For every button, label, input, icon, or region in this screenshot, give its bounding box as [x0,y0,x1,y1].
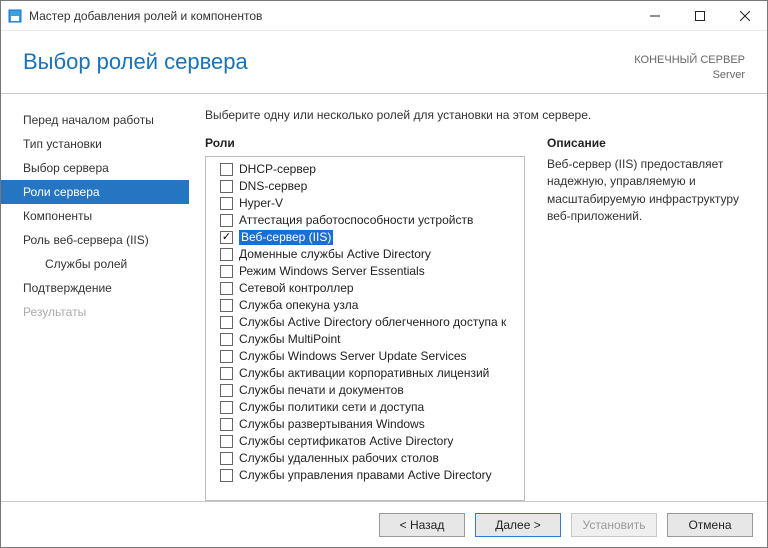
role-label: Служба опекуна узла [239,298,358,313]
columns: Роли DHCP-сервер DNS-сервер Hyper-V Аттеста… [205,136,749,501]
role-label: Службы удаленных рабочих столов [239,451,439,466]
nav-item[interactable]: Выбор сервера [1,156,189,180]
description-column: Описание Веб-сервер (IIS) предоставляет … [547,136,749,501]
role-item[interactable]: Доменные службы Active Directory [206,246,524,263]
role-item[interactable]: Службы активации корпоративных лицензий [206,365,524,382]
role-checkbox[interactable] [220,316,233,329]
nav-item[interactable]: Перед началом работы [1,108,189,132]
role-checkbox[interactable] [220,418,233,431]
role-checkbox[interactable] [220,231,233,244]
page-title: Выбор ролей сервера [23,49,634,75]
role-label: DNS-сервер [239,179,307,194]
destination-label: КОНЕЧНЫЙ СЕРВЕР [634,53,745,68]
nav-item[interactable]: Роли сервера [1,180,189,204]
nav-item[interactable]: Роль веб-сервера (IIS) [1,228,189,252]
cancel-button[interactable]: Отмена [667,513,753,537]
nav-item[interactable]: Тип установки [1,132,189,156]
minimize-button[interactable] [632,1,677,31]
nav-item[interactable]: Службы ролей [1,252,189,276]
role-checkbox[interactable] [220,214,233,227]
role-label: Службы политики сети и доступа [239,400,424,415]
role-item[interactable]: Режим Windows Server Essentials [206,263,524,280]
next-button[interactable]: Далее > [475,513,561,537]
role-item[interactable]: Службы развертывания Windows [206,416,524,433]
wizard-footer: < Назад Далее > Установить Отмена [1,501,767,547]
role-checkbox[interactable] [220,248,233,261]
maximize-button[interactable] [677,1,722,31]
role-checkbox[interactable] [220,435,233,448]
close-button[interactable] [722,1,767,31]
role-checkbox[interactable] [220,299,233,312]
role-label: Режим Windows Server Essentials [239,264,425,279]
nav-item[interactable]: Компоненты [1,204,189,228]
titlebar: Мастер добавления ролей и компонентов [1,1,767,31]
role-label: Доменные службы Active Directory [239,247,431,262]
role-item[interactable]: Службы удаленных рабочих столов [206,450,524,467]
role-item[interactable]: Службы управления правами Active Directo… [206,467,524,484]
role-item[interactable]: DHCP-сервер [206,161,524,178]
role-label: Веб-сервер (IIS) [239,230,333,245]
role-item[interactable]: Службы сертификатов Active Directory [206,433,524,450]
role-label: Службы MultiPoint [239,332,340,347]
main-panel: Выберите одну или несколько ролей для ус… [189,94,767,501]
role-checkbox[interactable] [220,350,233,363]
role-item[interactable]: Аттестация работоспособности устройств [206,212,524,229]
window-controls [632,1,767,31]
role-label: Hyper-V [239,196,283,211]
role-label: Службы активации корпоративных лицензий [239,366,489,381]
role-checkbox[interactable] [220,469,233,482]
role-label: Аттестация работоспособности устройств [239,213,473,228]
wizard-window: Мастер добавления ролей и компонентов Вы… [0,0,768,548]
role-item[interactable]: Службы Windows Server Update Services [206,348,524,365]
role-item[interactable]: Веб-сервер (IIS) [206,229,524,246]
role-checkbox[interactable] [220,452,233,465]
roles-scroll[interactable]: DHCP-сервер DNS-сервер Hyper-V Аттестация р… [206,157,524,500]
role-item[interactable]: Службы MultiPoint [206,331,524,348]
role-item[interactable]: Hyper-V [206,195,524,212]
role-label: Службы Windows Server Update Services [239,349,467,364]
role-label: Службы управления правами Active Directo… [239,468,492,483]
install-button[interactable]: Установить [571,513,657,537]
destination-value: Server [634,68,745,83]
role-item[interactable]: DNS-сервер [206,178,524,195]
roles-heading: Роли [205,136,525,150]
wizard-header: Выбор ролей сервера КОНЕЧНЫЙ СЕРВЕР Serv… [1,31,767,94]
wizard-nav: Перед началом работыТип установкиВыбор с… [1,94,189,501]
role-checkbox[interactable] [220,265,233,278]
instruction-text: Выберите одну или несколько ролей для ус… [205,108,749,122]
role-label: DHCP-сервер [239,162,316,177]
role-item[interactable]: Службы печати и документов [206,382,524,399]
destination-server: КОНЕЧНЫЙ СЕРВЕР Server [634,49,745,83]
role-checkbox[interactable] [220,384,233,397]
roles-column: Роли DHCP-сервер DNS-сервер Hyper-V Аттеста… [205,136,525,501]
app-icon [7,8,23,24]
role-checkbox[interactable] [220,180,233,193]
role-checkbox[interactable] [220,367,233,380]
window-title: Мастер добавления ролей и компонентов [29,9,632,23]
wizard-body: Перед началом работыТип установкиВыбор с… [1,94,767,501]
role-label: Службы развертывания Windows [239,417,425,432]
nav-item: Результаты [1,300,189,324]
back-button[interactable]: < Назад [379,513,465,537]
role-label: Службы печати и документов [239,383,404,398]
role-item[interactable]: Сетевой контроллер [206,280,524,297]
description-heading: Описание [547,136,749,150]
nav-item[interactable]: Подтверждение [1,276,189,300]
role-checkbox[interactable] [220,197,233,210]
role-checkbox[interactable] [220,282,233,295]
role-item[interactable]: Службы политики сети и доступа [206,399,524,416]
roles-listbox: DHCP-сервер DNS-сервер Hyper-V Аттестация р… [205,156,525,501]
role-label: Службы сертификатов Active Directory [239,434,453,449]
description-text: Веб-сервер (IIS) предоставляет надежную,… [547,156,749,226]
role-checkbox[interactable] [220,401,233,414]
role-label: Службы Active Directory облегченного дос… [239,315,506,330]
role-checkbox[interactable] [220,163,233,176]
role-item[interactable]: Служба опекуна узла [206,297,524,314]
role-item[interactable]: Службы Active Directory облегченного дос… [206,314,524,331]
role-label: Сетевой контроллер [239,281,354,296]
role-checkbox[interactable] [220,333,233,346]
